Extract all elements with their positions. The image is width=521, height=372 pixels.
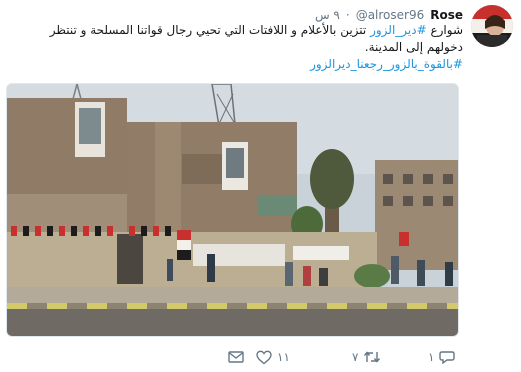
user-handle[interactable]: @alroser96 xyxy=(356,8,425,22)
separator-dot: · xyxy=(345,8,350,22)
heart-icon xyxy=(256,350,272,364)
tweet-card: Rose @alroser96 · ٩ س شوارع #دير_الزور ت… xyxy=(0,0,521,372)
timestamp[interactable]: ٩ س xyxy=(315,8,340,22)
reply-icon xyxy=(439,351,456,364)
hashtag-deir-ezzor[interactable]: #دير_الزور xyxy=(370,23,427,37)
retweet-count: ٧ xyxy=(352,350,359,364)
message-button[interactable] xyxy=(228,348,244,366)
text-fragment: شوارع xyxy=(426,23,463,37)
like-button[interactable]: ١١ xyxy=(256,348,290,366)
display-name[interactable]: Rose xyxy=(430,8,463,22)
tweet-header: Rose @alroser96 · ٩ س xyxy=(315,7,463,23)
tweet-text-line-2: دخولهم إلى المدينة. xyxy=(364,40,463,54)
tweet-text-line-1: شوارع #دير_الزور تتزين بالأعلام و اللافت… xyxy=(13,22,463,39)
tweet-photo[interactable] xyxy=(6,83,459,337)
tweet-actions: ١١ ٧ ١ xyxy=(0,344,521,372)
tweet-text: شوارع #دير_الزور تتزين بالأعلام و اللافت… xyxy=(13,22,463,73)
retweet-button[interactable]: ٧ xyxy=(352,348,381,366)
reply-count: ١ xyxy=(428,350,435,364)
text-fragment: تتزين بالأعلام و اللافتات التي تحيي رجال… xyxy=(49,23,371,37)
avatar[interactable] xyxy=(471,5,513,47)
envelope-icon xyxy=(228,351,244,363)
retweet-icon xyxy=(364,351,381,363)
reply-button[interactable]: ١ xyxy=(428,348,456,366)
like-count: ١١ xyxy=(277,350,290,364)
hashtag-line[interactable]: #بالقوة_بالزور_رجعنا_ديرالزور xyxy=(13,56,463,73)
